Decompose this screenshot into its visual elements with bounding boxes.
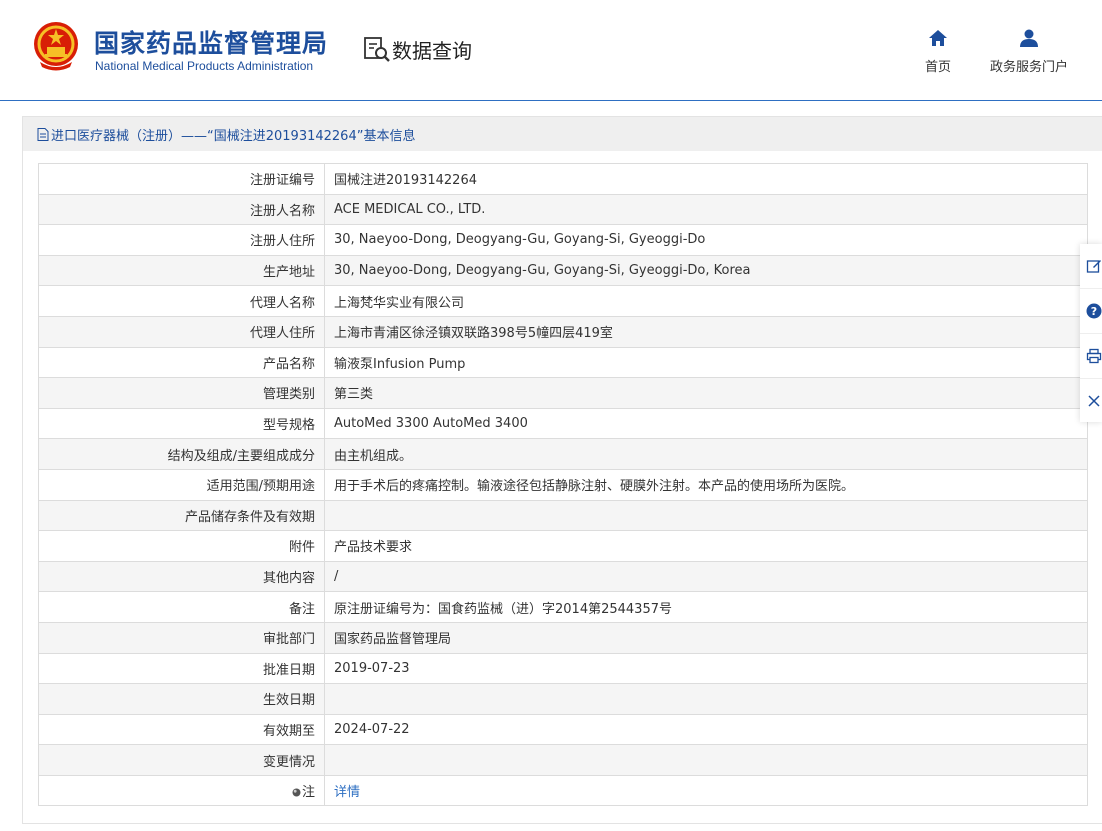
data-query-label: 数据查询: [392, 38, 472, 63]
table-row: 有效期至 2024-07-22: [38, 713, 1088, 746]
help-icon: ?: [1086, 303, 1102, 319]
field-value: /: [324, 560, 1088, 593]
field-value: [324, 744, 1088, 776]
table-row: 产品名称 输液泵Infusion Pump: [38, 346, 1088, 379]
national-emblem-icon: [34, 22, 78, 71]
table-row: 备注 原注册证编号为：国食药监械（进）字2014第2544357号: [38, 591, 1088, 623]
field-label: 备注: [38, 591, 325, 623]
field-label: 批准日期: [38, 652, 325, 685]
field-label: 结构及组成/主要组成成分: [38, 438, 325, 470]
field-label: 生效日期: [38, 683, 325, 715]
field-label: 其他内容: [38, 560, 325, 593]
details-link[interactable]: 详情: [334, 785, 360, 800]
table-row: 代理人名称 上海梵华实业有限公司: [38, 285, 1088, 317]
table-row-note: 注 详情: [38, 774, 1088, 807]
close-button[interactable]: [1080, 379, 1102, 423]
field-value: 国械注进20193142264: [324, 163, 1088, 195]
nav-home-label: 首页: [924, 60, 951, 75]
table-row: 注册人名称 ACE MEDICAL CO., LTD.: [38, 193, 1088, 226]
field-value: AutoMed 3300 AutoMed 3400: [324, 407, 1088, 440]
field-value: 30, Naeyoo-Dong, Deogyang-Gu, Goyang-Si,…: [324, 224, 1088, 256]
info-table: 注册证编号 国械注进20193142264 注册人名称 ACE MEDICAL CO.…: [38, 163, 1088, 807]
table-row: 适用范围/预期用途 用于手术后的疼痛控制。输液途径包括静脉注射、硬膜外注射。本产品…: [38, 468, 1088, 501]
site-header: 国家药品监督管理局 National Medical Products Admi…: [0, 0, 1102, 101]
field-value: 用于手术后的疼痛控制。输液途径包括静脉注射、硬膜外注射。本产品的使用场所为医院。: [324, 468, 1088, 501]
document-icon: [37, 127, 49, 141]
note-label-cell: 注: [38, 774, 325, 807]
field-label: 代理人住所: [38, 315, 325, 348]
detail-panel: 进口医疗器械（注册）——“国械注进20193142264”基本信息 注册证编号国…: [22, 116, 1102, 824]
field-value: 上海市青浦区徐泾镇双联路398号5幢四层419室: [324, 315, 1088, 348]
field-label: 产品储存条件及有效期: [38, 499, 325, 532]
field-value: ACE MEDICAL CO., LTD.: [324, 193, 1088, 226]
table-row: 管理类别 第三类: [38, 377, 1088, 409]
table-row: 附件 产品技术要求: [38, 530, 1088, 562]
field-value: 30, Naeyoo-Dong, Deogyang-Gu, Goyang-Si,…: [324, 254, 1088, 287]
table-row: 变更情况: [38, 744, 1088, 776]
field-label: 审批部门: [38, 621, 325, 654]
field-value: 第三类: [324, 377, 1088, 409]
table-row: 生产地址 30, Naeyoo-Dong, Deogyang-Gu, Goyang…: [38, 254, 1088, 287]
table-row: 结构及组成/主要组成成分 由主机组成。: [38, 438, 1088, 470]
panel-title: 进口医疗器械（注册）——“国械注进20193142264”基本信息: [23, 117, 1102, 151]
note-label: 注: [301, 785, 315, 801]
field-label: 代理人名称: [38, 285, 325, 317]
field-label: 适用范围/预期用途: [38, 468, 325, 501]
edit-button[interactable]: [1080, 244, 1102, 289]
field-label: 管理类别: [38, 377, 325, 409]
note-bullet-icon: [292, 785, 302, 800]
field-value: [324, 499, 1088, 532]
table-row: 注册证编号 国械注进20193142264: [38, 163, 1088, 195]
data-query-title: 数据查询: [362, 34, 472, 64]
table-row: 批准日期 2019-07-23: [38, 652, 1088, 685]
print-icon: [1086, 348, 1102, 364]
table-row: 其他内容 /: [38, 560, 1088, 593]
side-toolbar: ?: [1080, 244, 1102, 422]
help-button[interactable]: ?: [1080, 289, 1102, 334]
field-label: 产品名称: [38, 346, 325, 379]
panel-title-text: 进口医疗器械（注册）——“国械注进20193142264”基本信息: [51, 128, 416, 144]
field-value: 2019-07-23: [324, 652, 1088, 685]
table-row: 注册人住所 30, Naeyoo-Dong, Deogyang-Gu, Goyan…: [38, 224, 1088, 256]
field-value: [324, 683, 1088, 715]
table-row: 代理人住所 上海市青浦区徐泾镇双联路398号5幢四层419室: [38, 315, 1088, 348]
table-row: 型号规格 AutoMed 3300 AutoMed 3400: [38, 407, 1088, 440]
agency-name-en: National Medical Products Administration: [95, 59, 314, 73]
nav-gov-label: 政务服务门户: [989, 60, 1068, 75]
user-icon: [1020, 29, 1038, 47]
field-value: 原注册证编号为：国食药监械（进）字2014第2544357号: [324, 591, 1088, 623]
field-label: 生产地址: [38, 254, 325, 287]
svg-text:?: ?: [1091, 305, 1097, 318]
home-icon: [929, 30, 947, 46]
field-label: 变更情况: [38, 744, 325, 776]
field-label: 注册人住所: [38, 224, 325, 256]
note-value-cell: 详情: [324, 774, 1088, 807]
field-label: 注册人名称: [38, 193, 325, 226]
nav-gov-service-portal[interactable]: 政务服务门户: [986, 28, 1072, 75]
field-value: 2024-07-22: [324, 713, 1088, 746]
agency-name-cn: 国家药品监督管理局: [94, 29, 329, 58]
field-label: 型号规格: [38, 407, 325, 440]
field-label: 注册证编号: [38, 163, 325, 195]
nav-home[interactable]: 首页: [918, 28, 958, 75]
edit-icon: [1086, 260, 1101, 273]
field-value: 上海梵华实业有限公司: [324, 285, 1088, 317]
table-row: 审批部门 国家药品监督管理局: [38, 621, 1088, 654]
table-row: 产品储存条件及有效期: [38, 499, 1088, 532]
close-icon: [1088, 395, 1100, 407]
field-value: 由主机组成。: [324, 438, 1088, 470]
field-label: 有效期至: [38, 713, 325, 746]
data-search-icon: [364, 37, 390, 62]
field-value: 输液泵Infusion Pump: [324, 346, 1088, 379]
field-value: 产品技术要求: [324, 530, 1088, 562]
print-button[interactable]: [1080, 334, 1102, 379]
field-value: 国家药品监督管理局: [324, 621, 1088, 654]
table-row: 生效日期: [38, 683, 1088, 715]
field-label: 附件: [38, 530, 325, 562]
